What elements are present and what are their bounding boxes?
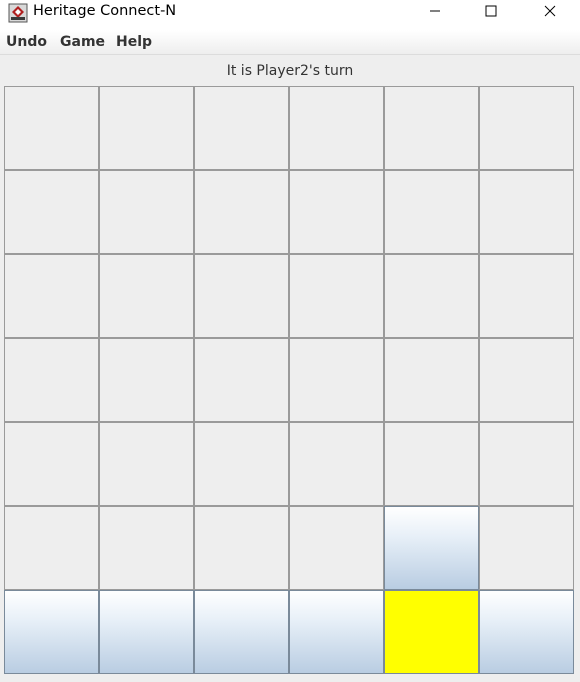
maximize-icon <box>485 5 497 17</box>
board-cell[interactable] <box>194 86 289 170</box>
board-cell[interactable] <box>4 254 99 338</box>
board-cell[interactable] <box>479 86 574 170</box>
title-bar: Heritage Connect-N <box>0 0 580 30</box>
board-cell[interactable] <box>4 422 99 506</box>
app-window: Heritage Connect-N Undo Game Help It is … <box>0 0 580 682</box>
board-cell[interactable] <box>479 338 574 422</box>
board-cell[interactable] <box>194 422 289 506</box>
minimize-button[interactable] <box>406 0 464 22</box>
board-cell[interactable] <box>4 338 99 422</box>
board-cell[interactable] <box>194 254 289 338</box>
board-cell[interactable] <box>479 254 574 338</box>
board-cell[interactable] <box>99 590 194 674</box>
board-cell[interactable] <box>289 422 384 506</box>
game-board <box>4 86 576 674</box>
app-icon <box>8 3 28 23</box>
board-cell[interactable] <box>384 254 479 338</box>
board-cell[interactable] <box>384 338 479 422</box>
minimize-icon <box>430 10 440 12</box>
board-cell[interactable] <box>4 590 99 674</box>
menu-bar: Undo Game Help <box>0 30 580 55</box>
board-cell[interactable] <box>194 170 289 254</box>
board-cell[interactable] <box>479 170 574 254</box>
board-cell[interactable] <box>289 338 384 422</box>
board-cell[interactable] <box>384 170 479 254</box>
board-cell[interactable] <box>4 506 99 590</box>
board-cell[interactable] <box>194 506 289 590</box>
board-cell[interactable] <box>99 86 194 170</box>
board-cell[interactable] <box>99 422 194 506</box>
menu-undo[interactable]: Undo <box>6 33 47 51</box>
turn-status: It is Player2's turn <box>226 63 354 79</box>
close-icon <box>544 5 556 17</box>
board-cell[interactable] <box>99 506 194 590</box>
board-cell[interactable] <box>4 170 99 254</box>
window-title: Heritage Connect-N <box>33 3 177 19</box>
board-cell[interactable] <box>289 590 384 674</box>
menu-help[interactable]: Help <box>116 33 152 51</box>
board-cell[interactable] <box>289 86 384 170</box>
game-panel: It is Player2's turn <box>0 55 580 682</box>
board-cell[interactable] <box>194 590 289 674</box>
board-cell[interactable] <box>99 254 194 338</box>
board-cell[interactable] <box>384 506 479 590</box>
close-button[interactable] <box>521 0 579 22</box>
board-cell[interactable] <box>289 254 384 338</box>
board-cell[interactable] <box>384 422 479 506</box>
board-cell[interactable] <box>479 422 574 506</box>
maximize-button[interactable] <box>462 0 520 22</box>
board-cell[interactable] <box>479 506 574 590</box>
board-cell[interactable] <box>479 590 574 674</box>
board-cell[interactable] <box>99 338 194 422</box>
board-cell[interactable] <box>99 170 194 254</box>
board-cell[interactable] <box>4 86 99 170</box>
menu-game[interactable]: Game <box>60 33 105 51</box>
board-cell[interactable] <box>384 590 479 674</box>
board-cell[interactable] <box>289 506 384 590</box>
board-cell[interactable] <box>194 338 289 422</box>
board-cell[interactable] <box>289 170 384 254</box>
board-cell[interactable] <box>384 86 479 170</box>
